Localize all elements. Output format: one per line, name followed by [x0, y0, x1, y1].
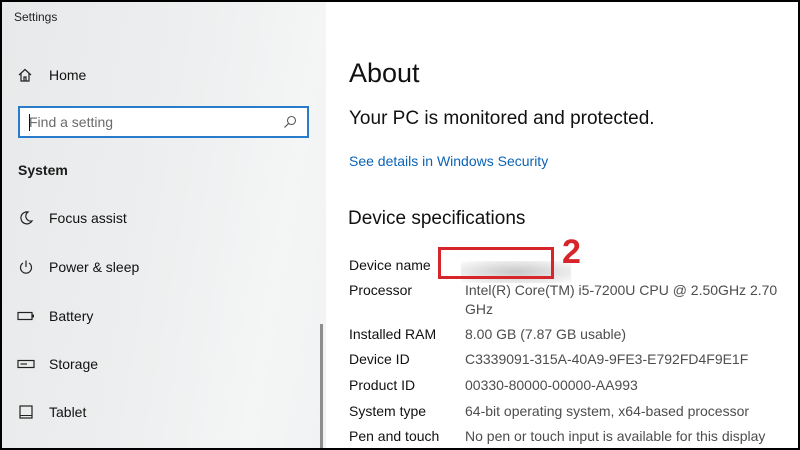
- search-input[interactable]: [20, 108, 279, 136]
- page-title: About: [349, 58, 420, 88]
- sidebar-item-tablet[interactable]: Tablet: [16, 400, 86, 424]
- windows-security-link[interactable]: See details in Windows Security: [349, 153, 548, 169]
- spec-value: No pen or touch input is available for t…: [465, 428, 766, 444]
- spec-key: Device ID: [349, 351, 410, 367]
- spec-value: C3339091-315A-40A9-9FE3-E792FD4F9E1F: [465, 351, 749, 367]
- tablet-icon: [16, 402, 36, 422]
- sidebar: Settings Home System Focus assist: [2, 2, 326, 448]
- sidebar-item-storage[interactable]: Storage: [16, 352, 98, 376]
- main-content: About Your PC is monitored and protected…: [326, 2, 798, 448]
- sidebar-scrollbar[interactable]: [320, 324, 323, 448]
- sidebar-item-home[interactable]: Home: [16, 64, 86, 86]
- search-box[interactable]: [18, 106, 309, 138]
- home-label: Home: [49, 67, 87, 83]
- annotation-step-number: 2: [562, 233, 581, 271]
- spec-key: Pen and touch: [349, 428, 440, 444]
- spec-key: Installed RAM: [349, 326, 437, 342]
- sidebar-item-focus-assist[interactable]: Focus assist: [16, 206, 127, 230]
- protection-status: Your PC is monitored and protected.: [349, 108, 655, 129]
- power-icon: [16, 257, 36, 277]
- section-heading-system: System: [18, 162, 68, 178]
- spec-key: Product ID: [349, 377, 416, 393]
- spec-value: 64-bit operating system, x64-based proce…: [465, 403, 750, 419]
- sidebar-item-power-sleep[interactable]: Power & sleep: [16, 255, 139, 279]
- text-caret: [29, 114, 30, 131]
- battery-icon: [16, 306, 36, 326]
- sidebar-item-label: Battery: [49, 308, 94, 324]
- settings-window: Settings Home System Focus assist: [2, 2, 798, 448]
- device-specifications-heading: Device specifications: [348, 208, 526, 229]
- sidebar-item-label: Focus assist: [49, 210, 127, 226]
- window-title: Settings: [14, 10, 58, 24]
- spec-key: Processor: [349, 282, 413, 298]
- annotation-highlight-box: [438, 247, 554, 279]
- sidebar-item-battery[interactable]: Battery: [16, 304, 93, 328]
- sidebar-item-label: Power & sleep: [49, 259, 140, 275]
- spec-value: 00330-80000-00000-AA993: [465, 377, 638, 393]
- spec-key: System type: [349, 403, 427, 419]
- moon-icon: [16, 208, 36, 228]
- home-icon: [16, 66, 34, 84]
- sidebar-item-label: Storage: [49, 356, 99, 372]
- spec-value: Intel(R) Core(TM) i5-7200U CPU @ 2.50GHz…: [465, 282, 778, 317]
- storage-icon: [16, 354, 36, 374]
- search-icon[interactable]: [279, 111, 301, 133]
- sidebar-item-label: Tablet: [49, 404, 87, 420]
- spec-value: 8.00 GB (7.87 GB usable): [465, 326, 627, 342]
